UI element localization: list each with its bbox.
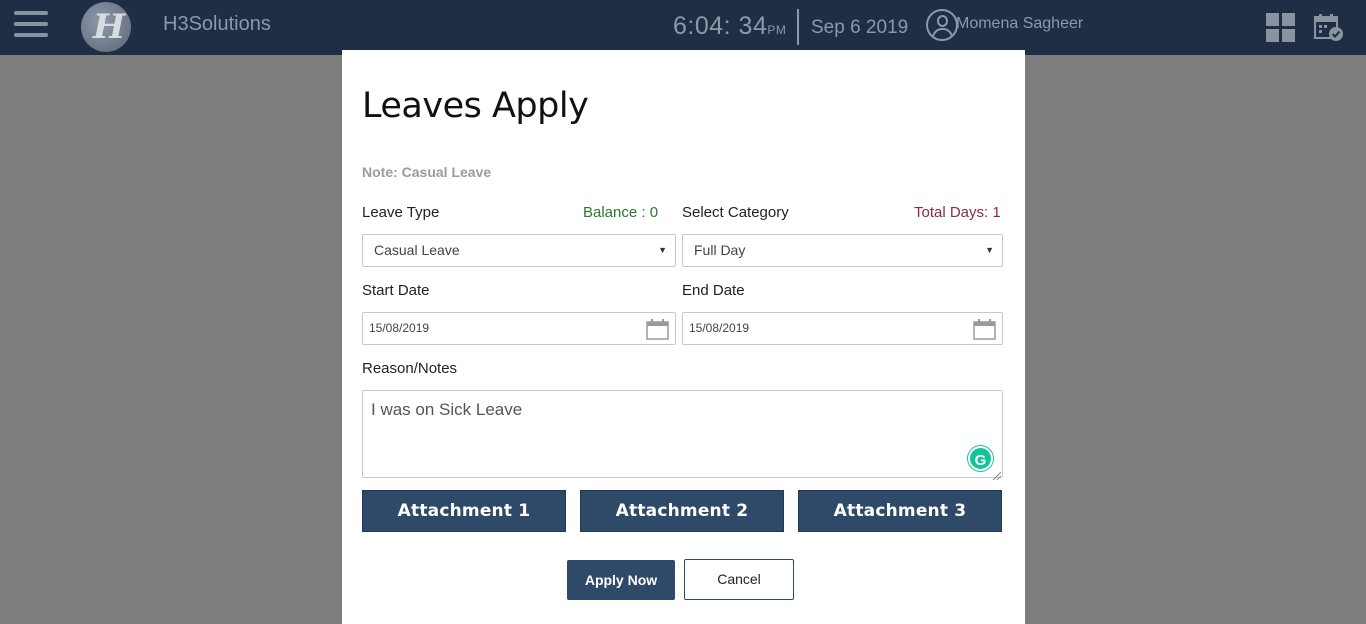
end-date-label: End Date: [682, 282, 745, 299]
leaves-apply-modal: Leaves Apply Note: Casual Leave Leave Ty…: [342, 50, 1025, 624]
leave-type-select[interactable]: Casual Leave ▼: [362, 234, 676, 267]
category-label: Select Category: [682, 204, 789, 221]
start-date-label: Start Date: [362, 282, 430, 299]
clock: 6:04: 34PM: [673, 12, 786, 41]
start-date-input[interactable]: 15/08/2019: [362, 312, 676, 345]
resize-handle-icon[interactable]: [992, 467, 1002, 481]
brand-name: H3Solutions: [163, 13, 271, 35]
modal-title: Leaves Apply: [362, 86, 589, 126]
reason-label: Reason/Notes: [362, 360, 458, 377]
header-date: Sep 6 2019: [811, 17, 909, 38]
start-date-value: 15/08/2019: [369, 321, 430, 335]
company-logo: H: [81, 2, 131, 52]
header-divider: [797, 9, 799, 45]
leave-note: Note: Casual Leave: [362, 164, 492, 180]
end-date-input[interactable]: 15/08/2019: [682, 312, 1003, 345]
chevron-down-icon: ▼: [658, 245, 667, 255]
leave-type-selected: Casual Leave: [374, 242, 460, 258]
apply-now-button[interactable]: Apply Now: [567, 560, 675, 600]
top-navigation-bar: H H3Solutions 6:04: 34PM Sep 6 2019 Mome…: [0, 0, 1366, 55]
cancel-button[interactable]: Cancel: [684, 559, 794, 600]
clock-ampm: PM: [767, 23, 787, 37]
user-name[interactable]: Momena Sagheer: [956, 15, 1083, 33]
chevron-down-icon: ▼: [985, 245, 994, 255]
hamburger-menu-icon[interactable]: [14, 11, 48, 39]
logo-letter: H: [93, 7, 126, 47]
calendar-check-icon[interactable]: [1314, 14, 1344, 42]
calendar-icon[interactable]: [973, 319, 996, 340]
attachment-3-button[interactable]: Attachment 3: [798, 490, 1002, 532]
calendar-icon[interactable]: [646, 319, 669, 340]
attachment-2-button[interactable]: Attachment 2: [580, 490, 784, 532]
attachment-1-button[interactable]: Attachment 1: [362, 490, 566, 532]
reason-textarea[interactable]: I was on Sick Leave: [362, 390, 1003, 478]
leave-type-label: Leave Type: [362, 204, 440, 221]
clock-time: 6:04: 34: [673, 12, 768, 40]
grammarly-icon[interactable]: G: [968, 446, 993, 471]
category-select[interactable]: Full Day ▼: [682, 234, 1003, 267]
user-avatar-icon[interactable]: [926, 9, 958, 41]
apps-grid-icon[interactable]: [1266, 13, 1296, 43]
total-days: Total Days: 1: [914, 204, 1001, 221]
leave-balance: Balance : 0: [583, 204, 659, 221]
category-selected: Full Day: [694, 242, 746, 258]
end-date-value: 15/08/2019: [689, 321, 750, 335]
